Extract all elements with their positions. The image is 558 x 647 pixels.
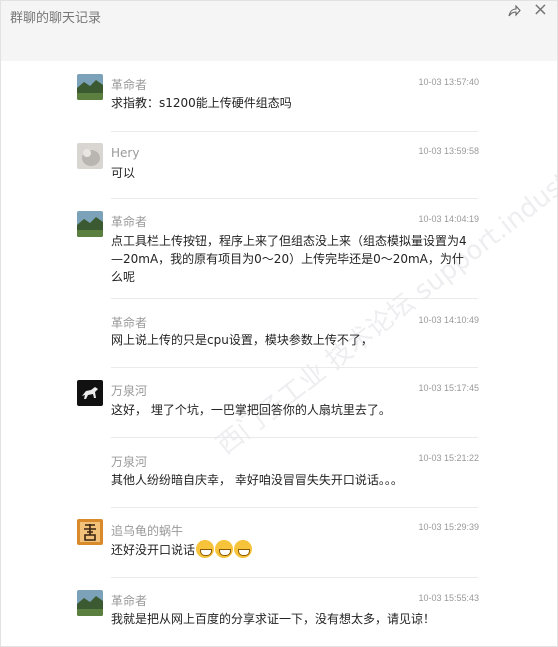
- timestamp: 10-03 15:55:43: [418, 593, 479, 603]
- divider: [111, 577, 478, 578]
- sender-name: Hery: [111, 146, 140, 160]
- grin-emoji-icon: [196, 540, 215, 558]
- timestamp: 10-03 13:57:40: [418, 77, 479, 87]
- divider: [111, 131, 478, 132]
- divider: [111, 198, 478, 199]
- avatar[interactable]: [77, 74, 103, 100]
- share-icon[interactable]: [507, 4, 521, 18]
- sender-name: 革命者: [111, 594, 148, 608]
- divider: [111, 507, 478, 508]
- grin-emoji-icon: [215, 540, 234, 558]
- avatar[interactable]: [77, 143, 103, 169]
- sender-name: 万泉河: [111, 384, 148, 398]
- timestamp: 10-03 14:10:49: [418, 315, 479, 325]
- avatar[interactable]: [77, 590, 103, 616]
- message-text: 还好没开口说话: [111, 540, 471, 559]
- message-text: 可以: [111, 166, 136, 180]
- title-bar: 群聊的聊天记录 ×: [1, 1, 557, 61]
- message-text-content: 还好没开口说话: [111, 543, 196, 557]
- timestamp: 10-03 15:21:22: [418, 453, 479, 463]
- message-text: 我就是把从网上百度的分享求证一下，没有想太多，请见谅！: [111, 612, 436, 626]
- divider: [111, 298, 478, 299]
- avatar[interactable]: [77, 519, 103, 545]
- timestamp: 10-03 14:04:19: [418, 214, 479, 224]
- message-text: 这好， 埋了个坑，一巴掌把回答你的人扇坑里去了。: [111, 403, 391, 417]
- timestamp: 10-03 15:29:39: [418, 522, 479, 532]
- sender-name: 革命者: [111, 316, 148, 330]
- sender-name: 万泉河: [111, 455, 148, 469]
- avatar[interactable]: [77, 211, 103, 237]
- sender-name: 追乌龟的蜗牛: [111, 524, 184, 538]
- close-button[interactable]: ×: [533, 1, 548, 19]
- divider: [111, 367, 478, 368]
- message-list[interactable]: 西门子工业 技术论坛 support.industry.siemens.com …: [1, 61, 557, 646]
- divider: [111, 437, 478, 438]
- avatar[interactable]: [77, 380, 103, 406]
- message-text: 网上说上传的只是cpu设置，模块参数上传不了，: [111, 333, 373, 347]
- message-text: 求指教：s1200能上传硬件组态吗: [111, 96, 292, 110]
- timestamp: 10-03 15:17:45: [418, 383, 479, 393]
- sender-name: 革命者: [111, 78, 148, 92]
- message-text: 点工具栏上传按钮，程序上来了但组态没上来（组态模拟量设置为4—20mA，我的原有…: [111, 234, 467, 284]
- message-text: 其他人纷纷暗自庆幸， 幸好咱没冒冒失失开口说话。。。: [111, 473, 403, 487]
- chat-history-window: 群聊的聊天记录 × 西门子工业 技术论坛 support.industry.si…: [0, 0, 558, 647]
- grin-emoji-icon: [234, 540, 253, 558]
- window-title: 群聊的聊天记录: [10, 11, 102, 26]
- sender-name: 革命者: [111, 215, 148, 229]
- timestamp: 10-03 13:59:58: [418, 146, 479, 156]
